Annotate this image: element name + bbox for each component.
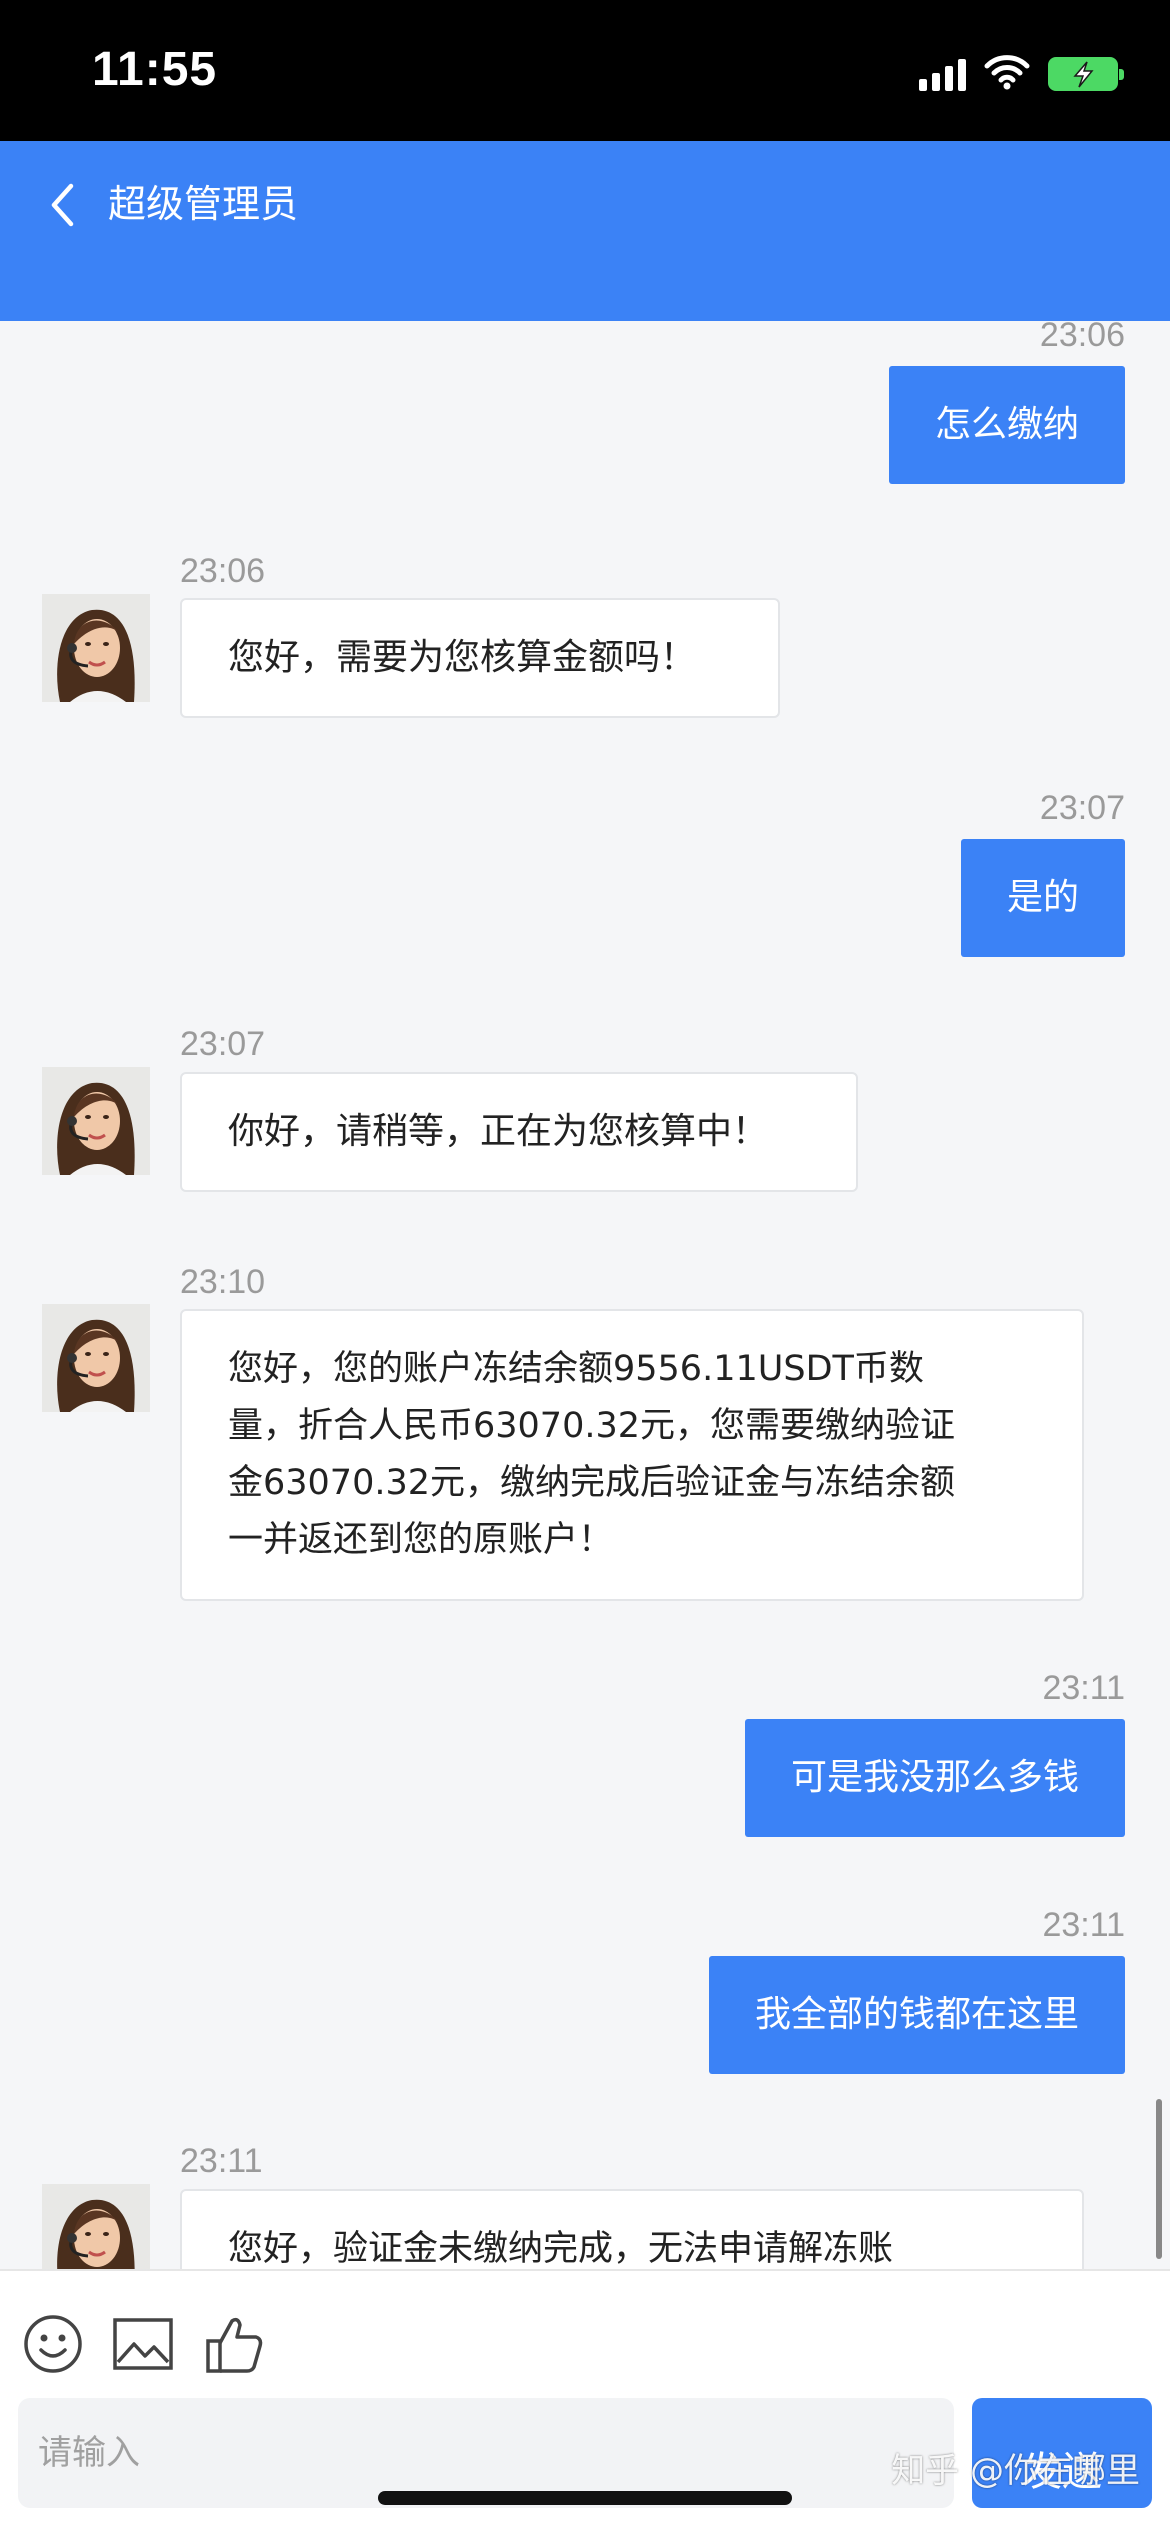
outgoing-message[interactable]: 可是我没那么多钱 [744, 1719, 1125, 1837]
message-line: 一并返还到您的原账户！ [228, 1520, 614, 1560]
incoming-message[interactable]: 您好，需要为您核算金额吗！ [180, 598, 780, 718]
outgoing-message[interactable]: 怎么缴纳 [888, 366, 1125, 484]
thumbs-up-icon[interactable] [202, 2311, 268, 2377]
message-timestamp: 23:10 [180, 1263, 266, 1301]
home-indicator[interactable] [378, 2491, 792, 2505]
message-timestamp: 23:07 [180, 1025, 266, 1063]
wifi-icon [984, 54, 1030, 94]
incoming-message[interactable]: 您好，验证金未缴纳完成，无法申请解冻账 [180, 2189, 1084, 2269]
back-icon[interactable] [40, 173, 86, 237]
message-timestamp: 23:06 [1039, 321, 1125, 354]
message-line: 量，折合人民币63070.32元，您需要缴纳验证 [228, 1406, 956, 1446]
image-icon[interactable] [110, 2311, 176, 2377]
agent-avatar[interactable] [42, 594, 150, 702]
message-line: 您好，您的账户冻结余额9556.11USDT币数 [228, 1349, 924, 1389]
chat-title: 超级管理员 [108, 182, 299, 226]
status-bar: 11:55 [0, 0, 1170, 141]
battery-icon [1048, 57, 1124, 91]
agent-avatar[interactable] [42, 1067, 150, 1175]
status-icons [919, 52, 1124, 96]
message-timestamp: 23:06 [180, 552, 266, 590]
agent-avatar[interactable] [42, 2184, 150, 2269]
outgoing-message[interactable]: 我全部的钱都在这里 [708, 1956, 1125, 2074]
outgoing-message[interactable]: 是的 [960, 839, 1125, 957]
status-time: 11:55 [92, 43, 218, 96]
signal-icon [919, 57, 966, 91]
message-timestamp: 23:07 [1039, 789, 1125, 827]
message-timestamp: 23:11 [180, 2142, 263, 2180]
message-timestamp: 23:11 [1042, 1906, 1125, 1944]
chat-messages[interactable]: 23:06 怎么缴纳 23:06 您好，需要为您核算金额吗！ 23:07 是的 … [0, 321, 1170, 2269]
message-timestamp: 23:11 [1042, 1669, 1125, 1707]
incoming-message[interactable]: 您好，您的账户冻结余额9556.11USDT币数 量，折合人民币63070.32… [180, 1309, 1084, 1601]
agent-avatar[interactable] [42, 1304, 150, 1412]
message-line: 金63070.32元，缴纳完成后验证金与冻结余额 [228, 1463, 956, 1503]
chat-header: 超级管理员 [0, 141, 1170, 321]
watermark: 知乎 @你在哪里 [891, 2451, 1140, 2491]
incoming-message[interactable]: 你好，请稍等，正在为您核算中！ [180, 1072, 858, 1192]
emoji-icon[interactable] [20, 2311, 86, 2377]
scrollbar[interactable] [1156, 2099, 1162, 2259]
